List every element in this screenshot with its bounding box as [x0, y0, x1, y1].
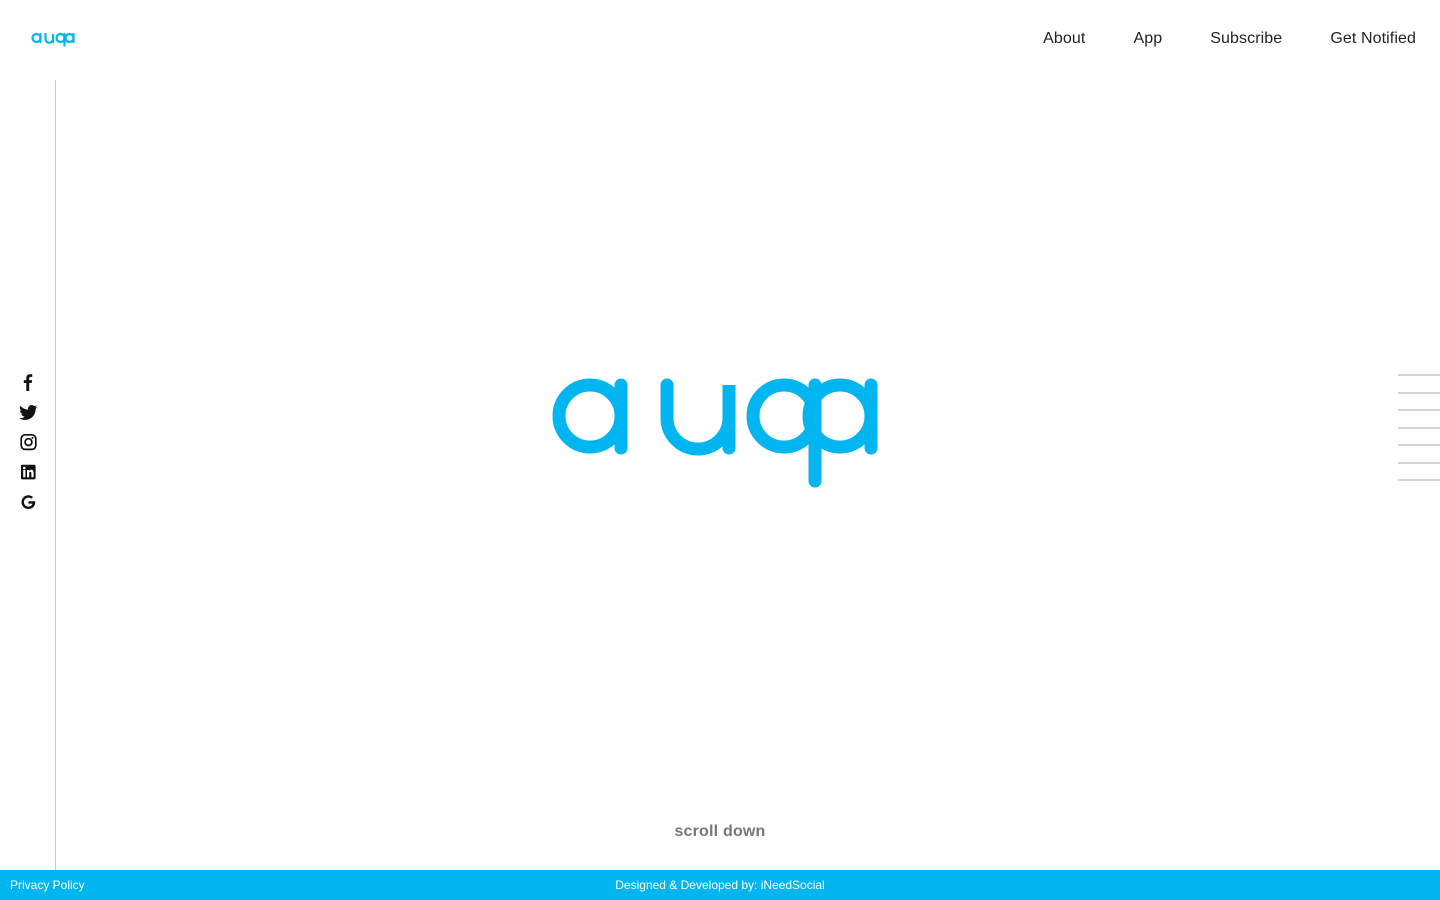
brand-logo-link[interactable]	[31, 28, 75, 48]
nav-subscribe[interactable]: Subscribe	[1210, 28, 1282, 50]
section-nav-line[interactable]	[1398, 391, 1440, 394]
instagram-link[interactable]	[18, 433, 38, 451]
linkedin-icon	[21, 464, 36, 480]
twitter-link[interactable]	[18, 403, 38, 421]
section-nav-line[interactable]	[1398, 374, 1440, 376]
scroll-down-hint[interactable]: scroll down	[0, 823, 1440, 841]
social-links	[18, 373, 38, 511]
google-icon	[21, 495, 36, 509]
footer-credit: Designed & Developed by: iNeedSocial	[0, 878, 1440, 892]
privacy-policy-link[interactable]: Privacy Policy	[10, 878, 85, 892]
sidebar-divider	[55, 80, 56, 870]
facebook-link[interactable]	[18, 373, 38, 391]
hero-brand-logo	[552, 378, 878, 488]
google-link[interactable]	[18, 493, 38, 511]
nav-get-notified[interactable]: Get Notified	[1330, 28, 1416, 50]
nav-app[interactable]: App	[1133, 28, 1162, 50]
section-nav-line[interactable]	[1398, 409, 1440, 411]
section-nav-line[interactable]	[1398, 444, 1440, 446]
brand-logo-icon	[31, 32, 75, 47]
top-nav: About App Subscribe Get Notified	[1043, 28, 1416, 50]
linkedin-link[interactable]	[18, 463, 38, 481]
section-nav-line[interactable]	[1398, 426, 1440, 429]
footer: Privacy Policy Designed & Developed by: …	[0, 870, 1440, 900]
nav-about[interactable]: About	[1043, 28, 1085, 50]
facebook-icon	[23, 374, 33, 391]
credit-text[interactable]: Designed & Developed by: iNeedSocial	[615, 878, 824, 892]
instagram-icon	[20, 433, 37, 451]
section-nav-line[interactable]	[1398, 479, 1440, 481]
section-nav	[1398, 374, 1440, 481]
section-nav-line[interactable]	[1398, 461, 1440, 464]
twitter-icon	[19, 404, 37, 420]
